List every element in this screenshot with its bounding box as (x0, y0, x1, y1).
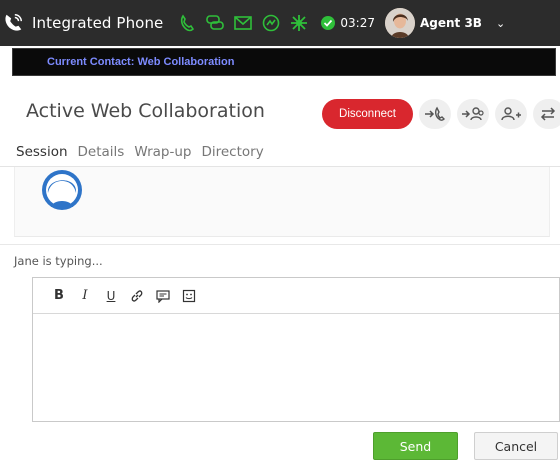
phone-brand-icon (5, 14, 22, 31)
workitem-icon[interactable] (289, 13, 309, 33)
page-title: Active Web Collaboration (26, 100, 265, 122)
underline-button[interactable]: U (103, 288, 119, 304)
typing-indicator: Jane is typing... (14, 254, 103, 268)
message-input[interactable] (33, 314, 559, 421)
app-title: Integrated Phone (32, 14, 164, 32)
chat-icon[interactable] (205, 13, 225, 33)
email-icon[interactable] (233, 13, 253, 33)
chevron-down-icon[interactable]: ⌄ (496, 17, 505, 30)
tab-details[interactable]: Details (78, 144, 125, 160)
tab-bar: Session Details Wrap-up Directory (16, 144, 274, 160)
transfer-button[interactable] (419, 99, 451, 129)
canned-response-button[interactable] (155, 288, 171, 304)
cancel-button[interactable]: Cancel (474, 432, 558, 460)
emoticon-button[interactable] (181, 288, 197, 304)
canned-response-icon (156, 289, 170, 303)
transfer-icon (425, 106, 445, 121)
disconnect-button[interactable]: Disconnect (322, 99, 413, 129)
status-timer[interactable]: 03:27 (321, 16, 375, 30)
italic-button[interactable]: I (77, 288, 93, 304)
tab-directory[interactable]: Directory (201, 144, 263, 160)
transfer-to-agent-icon (462, 107, 484, 121)
transfer-to-agent-button[interactable] (457, 99, 489, 129)
message-editor: B I U (32, 277, 560, 422)
swap-icon (540, 107, 556, 121)
timer-text: 03:27 (340, 16, 375, 30)
tab-session[interactable]: Session (16, 144, 68, 160)
link-icon (131, 289, 143, 302)
add-participant-icon (501, 107, 521, 121)
tab-wrap-up[interactable]: Wrap-up (134, 144, 191, 160)
agent-avatar[interactable] (384, 8, 415, 38)
current-contact-bar: Current Contact: Web Collaboration (12, 48, 556, 76)
emoticon-icon (182, 289, 196, 302)
agent-photo-icon (384, 8, 415, 38)
chat-transcript[interactable] (14, 167, 550, 237)
top-bar: Integrated Phone 03:27 Agent 3B ⌄ (0, 0, 560, 46)
send-button[interactable]: Send (373, 432, 458, 460)
channel-icons (177, 13, 317, 33)
agent-name[interactable]: Agent 3B (420, 16, 482, 30)
add-participant-button[interactable] (495, 99, 527, 129)
ready-status-icon (321, 16, 336, 30)
bold-button[interactable]: B (51, 288, 67, 304)
social-icon[interactable] (261, 13, 281, 33)
phone-icon[interactable] (177, 13, 197, 33)
editor-toolbar: B I U (33, 278, 559, 314)
current-contact-label: Current Contact: Web Collaboration (47, 56, 235, 68)
link-button[interactable] (129, 288, 145, 304)
swap-button[interactable] (533, 99, 560, 129)
section-divider (0, 244, 560, 245)
customer-avatar-icon (42, 170, 82, 210)
